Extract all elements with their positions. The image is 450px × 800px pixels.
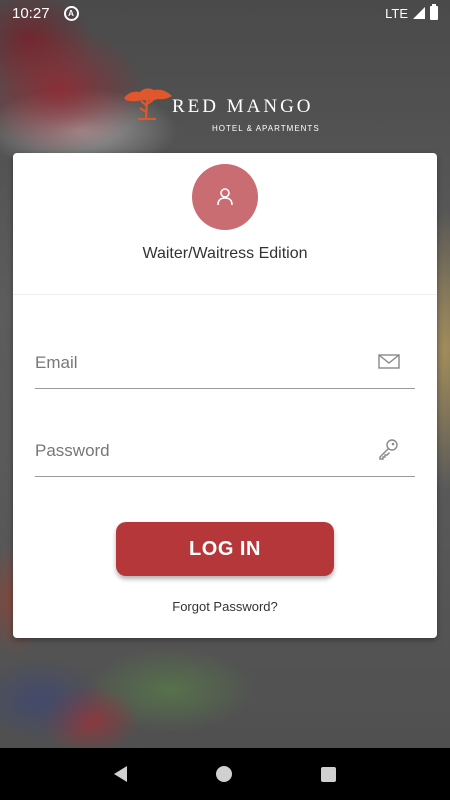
tree-icon <box>124 88 172 120</box>
network-type: LTE <box>385 5 408 21</box>
sync-icon: A <box>63 5 79 21</box>
avatar <box>192 164 258 230</box>
email-field-container <box>35 343 415 389</box>
signal-icon <box>413 7 425 19</box>
password-field-container <box>35 431 415 477</box>
battery-icon <box>430 4 438 20</box>
key-icon <box>379 439 398 460</box>
home-icon[interactable] <box>215 766 232 782</box>
brand-tagline: HOTEL & APARTMENTS <box>212 124 320 133</box>
envelope-icon <box>378 354 400 369</box>
brand-name: RED MANGO <box>172 96 314 117</box>
password-field[interactable] <box>35 431 365 471</box>
recents-icon[interactable] <box>320 766 336 782</box>
back-icon[interactable] <box>114 766 128 782</box>
edition-label: Waiter/Waitress Edition <box>142 245 308 262</box>
status-right: LTE <box>385 4 438 21</box>
navigation-bar <box>0 748 450 800</box>
status-time: 10:27 <box>12 4 50 22</box>
login-card: Waiter/Waitress Edition LOG IN Forgot Pa… <box>13 153 437 638</box>
email-field[interactable] <box>35 343 365 383</box>
brand-logo: RED MANGO HOTEL & APARTMENTS <box>120 84 360 136</box>
login-button[interactable]: LOG IN <box>116 522 334 576</box>
user-icon <box>217 188 233 206</box>
status-bar: 10:27 A LTE <box>0 0 450 26</box>
divider <box>13 294 437 295</box>
forgot-password-link[interactable]: Forgot Password? <box>13 599 437 614</box>
